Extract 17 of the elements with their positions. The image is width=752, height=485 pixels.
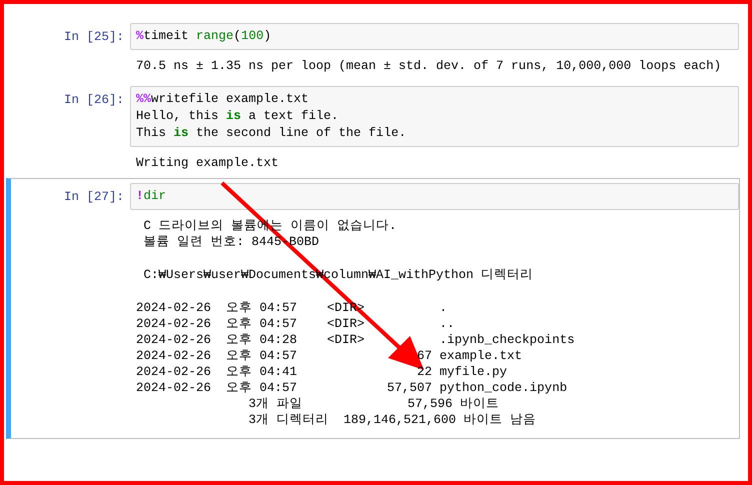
code-input[interactable]: %timeit range(100) xyxy=(130,23,739,50)
output-line: 2024-02-26 오후 04:57 <DIR> .. xyxy=(136,316,455,332)
output-line: 2024-02-26 오후 04:28 <DIR> .ipynb_checkpoints xyxy=(136,332,575,348)
notebook-cell[interactable]: In [26]: %%writefile example.txt Hello, this is a text file. This is the second line of the file. Writing example.txt xyxy=(6,81,740,178)
input-prompt: In [27]: xyxy=(62,189,125,204)
notebook-cell[interactable]: In [25]: %timeit range(100) 70.5 ns ± 1.35 ns per loop (mean ± std. dev. of 7 runs, 10,000,000 loops each) xyxy=(6,18,740,81)
output-line: 3개 디렉터리 189,146,521,600 바이트 남음 xyxy=(248,412,536,428)
output-line: 2024-02-26 오후 04:57 57,507 python_code.ipynb xyxy=(136,380,568,396)
code-input[interactable]: !dir xyxy=(130,183,739,210)
output-line: 3개 파일 57,596 바이트 xyxy=(248,396,500,412)
output-line: 70.5 ns ± 1.35 ns per loop (mean ± std. dev. of 7 runs, 10,000,000 loops each) xyxy=(136,58,722,74)
input-prompt: In [25]: xyxy=(62,29,125,44)
output-line: 2024-02-26 오후 04:41 22 myfile.py xyxy=(136,364,508,380)
code-input[interactable]: %%writefile example.txt Hello, this is a text file. This is the second line of the file. xyxy=(130,86,739,147)
input-prompt: In [26]: xyxy=(62,92,125,107)
output-line: 2024-02-26 오후 04:57 67 example.txt xyxy=(136,348,522,364)
output-line: Writing example.txt xyxy=(136,155,279,171)
